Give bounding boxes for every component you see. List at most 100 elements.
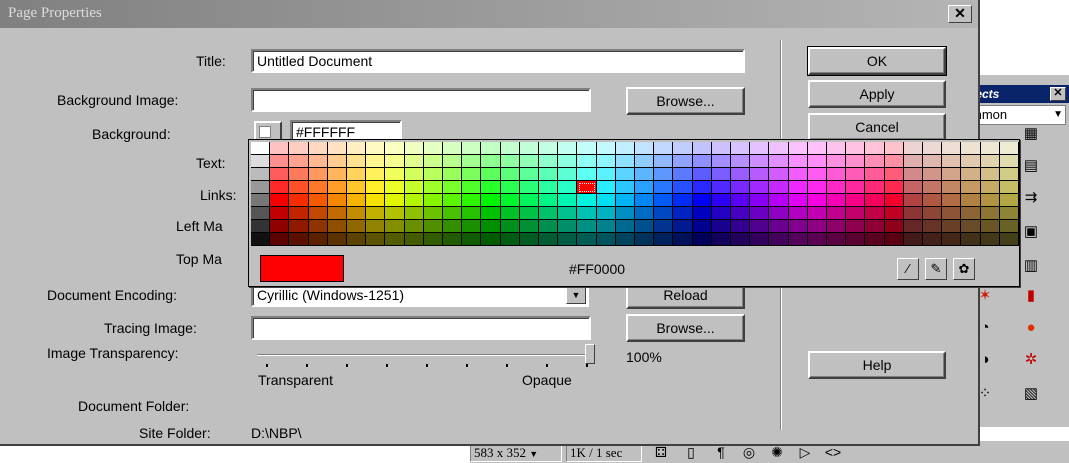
color-swatch[interactable] xyxy=(731,220,751,233)
color-swatch[interactable] xyxy=(884,194,904,207)
color-swatch[interactable] xyxy=(308,142,328,155)
color-swatch[interactable] xyxy=(327,194,347,207)
color-swatch[interactable] xyxy=(923,142,943,155)
color-swatch[interactable] xyxy=(577,207,597,220)
color-swatch[interactable] xyxy=(807,207,827,220)
color-swatch[interactable] xyxy=(558,194,578,207)
color-swatch[interactable] xyxy=(788,155,808,168)
color-swatch[interactable] xyxy=(750,233,770,246)
color-swatch[interactable] xyxy=(923,155,943,168)
color-swatch[interactable] xyxy=(596,220,616,233)
color-swatch[interactable] xyxy=(846,155,866,168)
color-swatch[interactable] xyxy=(923,233,943,246)
color-swatch[interactable] xyxy=(807,142,827,155)
color-swatch[interactable] xyxy=(500,155,520,168)
color-swatch[interactable] xyxy=(903,220,923,233)
color-swatch[interactable] xyxy=(462,168,482,181)
color-swatch[interactable] xyxy=(980,155,1000,168)
color-swatch[interactable] xyxy=(942,181,962,194)
color-swatch[interactable] xyxy=(443,155,463,168)
color-swatch[interactable] xyxy=(884,233,904,246)
color-swatch[interactable] xyxy=(366,207,386,220)
color-swatch[interactable] xyxy=(404,181,424,194)
color-swatch[interactable] xyxy=(846,194,866,207)
insert-flash-icon[interactable]: ▣ xyxy=(1020,221,1042,243)
color-swatch[interactable] xyxy=(846,181,866,194)
color-swatch[interactable] xyxy=(539,207,559,220)
color-swatch[interactable] xyxy=(500,194,520,207)
color-swatch[interactable] xyxy=(577,168,597,181)
color-swatch[interactable] xyxy=(251,207,271,220)
color-swatch[interactable] xyxy=(903,155,923,168)
color-swatch[interactable] xyxy=(443,233,463,246)
color-swatch[interactable] xyxy=(404,168,424,181)
color-swatch[interactable] xyxy=(961,142,981,155)
color-swatch[interactable] xyxy=(750,220,770,233)
color-swatch[interactable] xyxy=(385,155,405,168)
color-swatch[interactable] xyxy=(654,142,674,155)
color-swatch[interactable] xyxy=(961,168,981,181)
color-swatch[interactable] xyxy=(289,142,309,155)
color-swatch[interactable] xyxy=(788,220,808,233)
color-swatch[interactable] xyxy=(366,155,386,168)
color-swatch[interactable] xyxy=(865,220,885,233)
color-swatch[interactable] xyxy=(750,142,770,155)
color-swatch[interactable] xyxy=(596,168,616,181)
color-swatch[interactable] xyxy=(347,155,367,168)
objects-panel-close-button[interactable]: ✕ xyxy=(1050,87,1066,101)
color-swatch[interactable] xyxy=(999,220,1019,233)
color-swatch[interactable] xyxy=(500,181,520,194)
color-swatch[interactable] xyxy=(711,168,731,181)
color-swatch[interactable] xyxy=(577,181,597,194)
color-swatch[interactable] xyxy=(289,207,309,220)
color-swatch[interactable] xyxy=(654,168,674,181)
color-swatch[interactable] xyxy=(347,168,367,181)
color-swatch[interactable] xyxy=(347,220,367,233)
color-swatch[interactable] xyxy=(980,194,1000,207)
color-swatch[interactable] xyxy=(519,181,539,194)
color-swatch[interactable] xyxy=(731,233,751,246)
color-swatch[interactable] xyxy=(596,207,616,220)
color-swatch[interactable] xyxy=(731,142,751,155)
insert-layer-icon[interactable]: ▤ xyxy=(1020,155,1042,177)
color-swatch[interactable] xyxy=(807,181,827,194)
color-swatch[interactable] xyxy=(769,220,789,233)
color-swatch[interactable] xyxy=(423,194,443,207)
color-swatch[interactable] xyxy=(673,220,693,233)
color-swatch[interactable] xyxy=(827,142,847,155)
color-swatch[interactable] xyxy=(308,207,328,220)
insert-plugin-icon[interactable]: ▧ xyxy=(1020,383,1042,405)
color-swatch[interactable] xyxy=(750,168,770,181)
close-button[interactable]: ✕ xyxy=(948,5,972,23)
color-swatch[interactable] xyxy=(903,207,923,220)
color-swatch[interactable] xyxy=(654,233,674,246)
tracing-browse-button[interactable]: Browse... xyxy=(626,314,745,342)
color-swatch[interactable] xyxy=(961,155,981,168)
color-swatch[interactable] xyxy=(980,233,1000,246)
color-swatch[interactable] xyxy=(327,220,347,233)
color-swatch[interactable] xyxy=(289,233,309,246)
color-swatch[interactable] xyxy=(289,168,309,181)
color-swatch[interactable] xyxy=(366,168,386,181)
color-swatch[interactable] xyxy=(999,207,1019,220)
color-swatch[interactable] xyxy=(558,181,578,194)
color-swatch[interactable] xyxy=(692,142,712,155)
color-swatch[interactable] xyxy=(289,194,309,207)
color-swatch[interactable] xyxy=(673,168,693,181)
color-swatch[interactable] xyxy=(942,142,962,155)
color-swatch[interactable] xyxy=(251,220,271,233)
color-swatch[interactable] xyxy=(884,168,904,181)
color-swatch[interactable] xyxy=(999,194,1019,207)
color-swatch[interactable] xyxy=(769,142,789,155)
color-swatch[interactable] xyxy=(846,207,866,220)
tracing-image-input[interactable] xyxy=(251,316,591,340)
color-swatch[interactable] xyxy=(308,168,328,181)
color-swatch[interactable] xyxy=(519,220,539,233)
color-swatch[interactable] xyxy=(519,207,539,220)
color-swatch[interactable] xyxy=(423,207,443,220)
color-swatch[interactable] xyxy=(443,181,463,194)
color-swatch[interactable] xyxy=(635,155,655,168)
color-swatch[interactable] xyxy=(673,181,693,194)
color-swatch[interactable] xyxy=(404,207,424,220)
objects-category-select[interactable]: mmon ▼ xyxy=(968,105,1066,125)
